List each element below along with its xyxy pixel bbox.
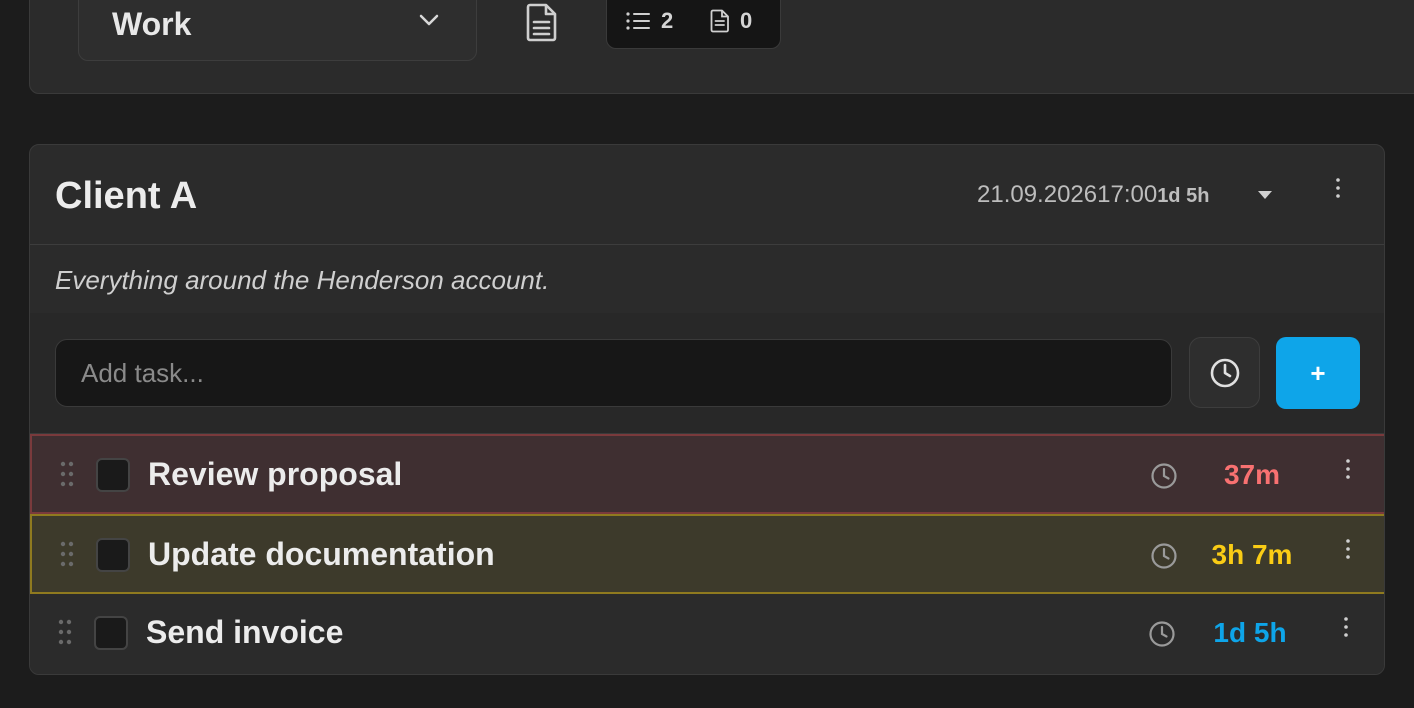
task-count-value: 2 (661, 8, 674, 33)
clock-icon (1210, 358, 1239, 387)
task-row[interactable]: Update documentation 3h 7m (30, 514, 1384, 594)
list-select[interactable]: Work (78, 0, 477, 61)
note-count: 0 (710, 8, 752, 34)
task-row[interactable]: Send invoice 1d 5h (30, 594, 1384, 674)
task-checkbox[interactable] (96, 538, 130, 572)
set-time-button[interactable] (1189, 337, 1260, 408)
due-date-value: 21.09.202617:00 (977, 181, 1158, 208)
task-title[interactable]: Review proposal (148, 456, 402, 493)
card-title: Client A (55, 175, 198, 217)
drag-handle-icon[interactable] (60, 541, 74, 567)
task-checkbox[interactable] (94, 616, 128, 650)
list-card: Client A 21.09.202617:001d 5h Everything… (29, 144, 1385, 675)
add-task-button[interactable]: + (1276, 337, 1360, 409)
task-title[interactable]: Update documentation (148, 536, 495, 573)
caret-down-icon[interactable] (1258, 191, 1272, 200)
clock-icon[interactable] (1147, 619, 1177, 649)
more-vertical-icon[interactable] (1331, 177, 1345, 201)
add-task-input[interactable] (55, 339, 1172, 407)
task-time-left: 37m (1223, 459, 1281, 490)
task-row[interactable]: Review proposal 37m (30, 434, 1384, 514)
more-vertical-icon[interactable] (1341, 538, 1355, 562)
due-date[interactable]: 21.09.202617:001d 5h (977, 181, 1209, 209)
task-time-left: 1d 5h (1213, 617, 1287, 648)
card-description-text: Everything around the Henderson account. (55, 265, 550, 295)
document-icon[interactable] (524, 2, 560, 42)
note-icon (710, 9, 729, 33)
add-task-row: + (30, 313, 1384, 434)
drag-handle-icon[interactable] (60, 461, 74, 487)
card-description: Everything around the Henderson account. (30, 245, 1384, 313)
task-checkbox[interactable] (96, 458, 130, 492)
more-vertical-icon[interactable] (1341, 458, 1355, 482)
due-relative: 1d 5h (1157, 185, 1210, 207)
card-header: Client A 21.09.202617:001d 5h (30, 145, 1384, 245)
drag-handle-icon[interactable] (58, 619, 72, 645)
more-vertical-icon[interactable] (1339, 616, 1353, 640)
list-counters: 2 0 (606, 0, 781, 49)
task-time-left: 3h 7m (1211, 539, 1293, 570)
chevron-down-icon (419, 14, 439, 26)
clock-icon[interactable] (1149, 541, 1179, 571)
note-count-value: 0 (740, 8, 753, 33)
task-count: 2 (625, 8, 673, 34)
list-select-value: Work (112, 6, 192, 42)
task-title[interactable]: Send invoice (146, 614, 343, 651)
clock-icon[interactable] (1149, 461, 1179, 491)
list-icon (626, 12, 650, 30)
